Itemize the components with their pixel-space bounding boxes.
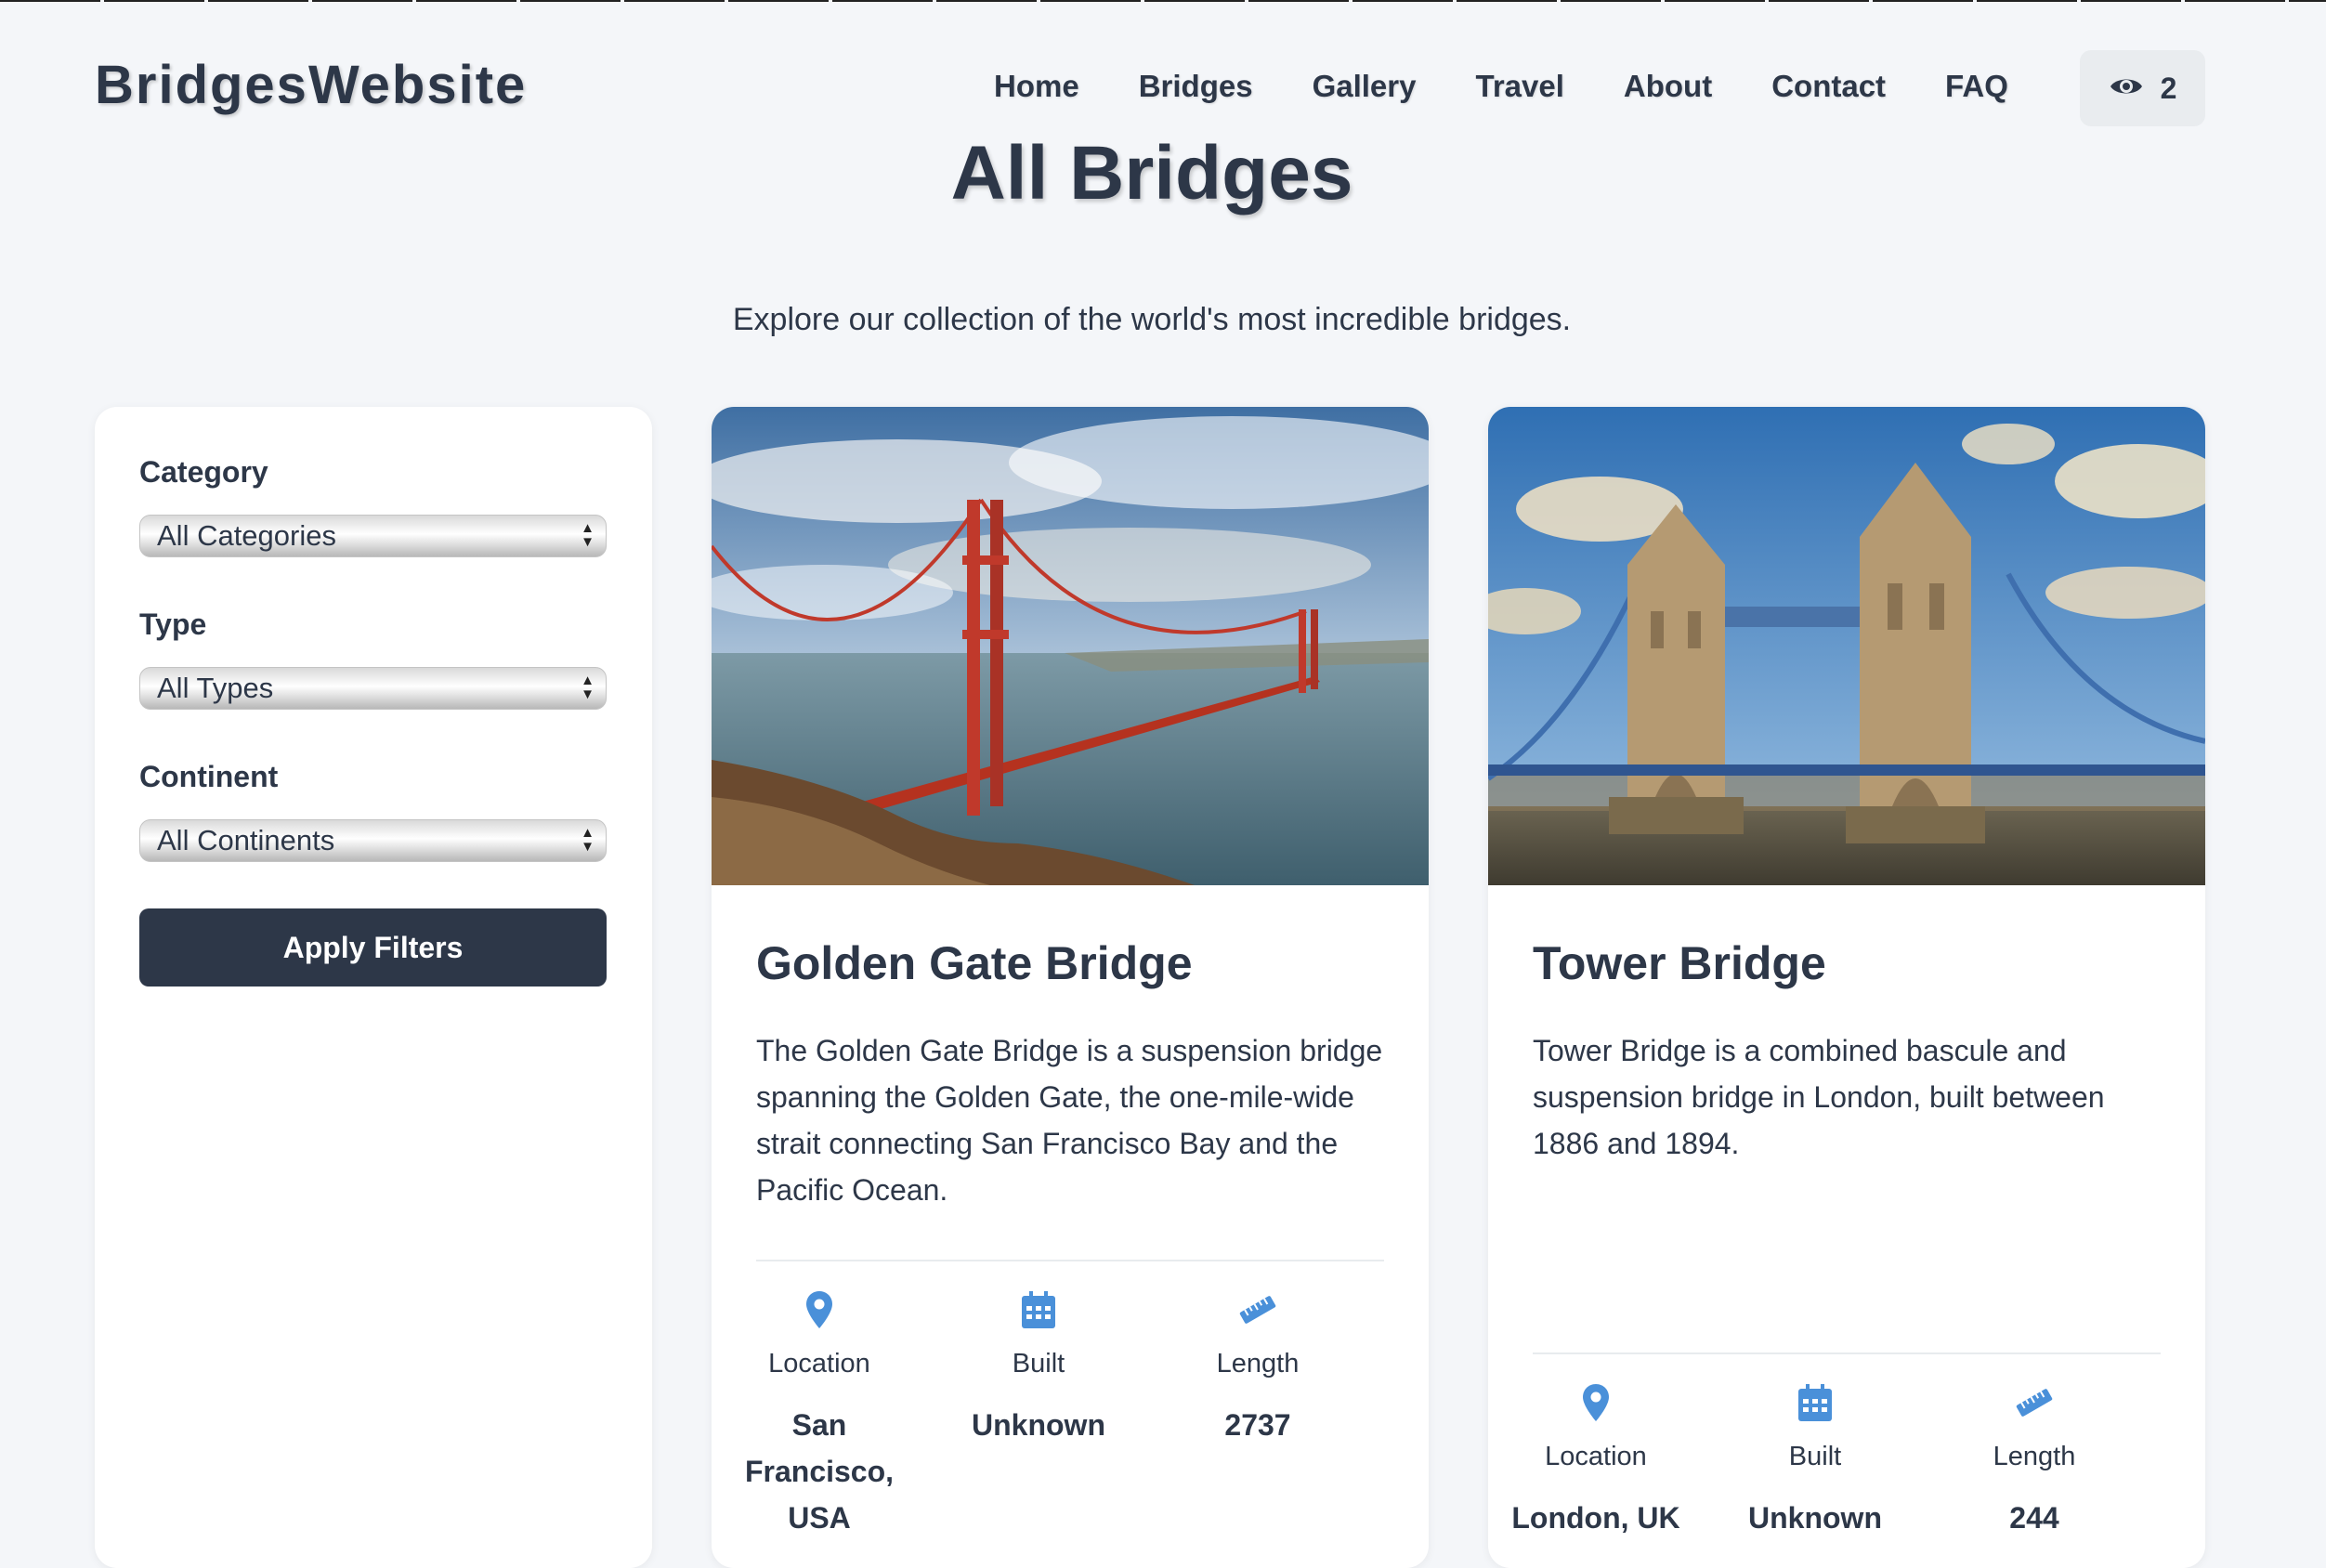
bridge-card-tower-bridge[interactable]: Tower Bridge Tower Bridge is a combined … [1488, 407, 2205, 1568]
calendar-icon [936, 1287, 1141, 1332]
stat-built: Built Unknown [1713, 1380, 1917, 1541]
map-pin-icon [1494, 1380, 1698, 1425]
select-arrows-icon: ▲ ▼ [581, 673, 595, 702]
nav-home[interactable]: Home [994, 69, 1079, 104]
stat-length: Length 2737 [1156, 1287, 1360, 1448]
type-select[interactable]: All Types ▲ ▼ [139, 667, 607, 710]
top-border [0, 0, 2326, 2]
nav-bridges[interactable]: Bridges [1139, 69, 1253, 104]
card-divider [1533, 1352, 2161, 1354]
stat-built-label: Built [1788, 1442, 1842, 1471]
stat-location: Location San Francisco, USA [717, 1287, 921, 1541]
type-label: Type [139, 608, 207, 641]
ruler-icon [1156, 1287, 1360, 1332]
site-logo[interactable]: BridgesWebsite [95, 54, 527, 116]
nav-faq[interactable]: FAQ [1945, 69, 2008, 104]
stat-length-label: Length [1993, 1442, 2076, 1471]
stat-built-value: Unknown [1748, 1501, 1882, 1535]
select-arrows-icon: ▲ ▼ [581, 520, 595, 550]
stat-built-label: Built [1012, 1349, 1065, 1379]
tower-bridge-image[interactable] [1488, 407, 2205, 885]
bridge-card-golden-gate[interactable]: Golden Gate Bridge The Golden Gate Bridg… [712, 407, 1429, 1568]
category-select-value: All Categories [157, 519, 336, 552]
golden-gate-image[interactable] [712, 407, 1429, 885]
view-count: 2 [2160, 71, 2177, 105]
ruler-icon [1932, 1380, 2137, 1425]
stat-location-label: Location [1545, 1442, 1647, 1471]
nav-travel[interactable]: Travel [1475, 69, 1563, 104]
stat-length-value: 2737 [1224, 1408, 1291, 1442]
stat-location-value: San Francisco, USA [744, 1408, 895, 1535]
type-select-value: All Types [157, 672, 274, 704]
view-counter[interactable]: 2 [2080, 50, 2205, 126]
page-title: All Bridges [950, 131, 1353, 216]
category-label: Category [139, 455, 268, 489]
stat-length-label: Length [1216, 1349, 1300, 1379]
bridge-description: Tower Bridge is a combined bascule and s… [1533, 1034, 2105, 1160]
nav-gallery[interactable]: Gallery [1313, 69, 1417, 104]
nav-about[interactable]: About [1624, 69, 1712, 104]
filters-panel: Category All Categories ▲ ▼ Type All Type… [95, 407, 652, 1568]
stat-length: Length 244 [1932, 1380, 2137, 1541]
card-divider [756, 1260, 1384, 1261]
continent-label: Continent [139, 760, 279, 793]
stat-location-value: London, UK [1511, 1501, 1680, 1535]
stat-built: Built Unknown [936, 1287, 1141, 1448]
map-pin-icon [717, 1287, 921, 1332]
main-nav: Home Bridges Gallery Travel About Contac… [994, 69, 2068, 104]
continent-select[interactable]: All Continents ▲ ▼ [139, 819, 607, 862]
stat-location: Location London, UK [1494, 1380, 1698, 1541]
page-subtitle: Explore our collection of the world's mo… [732, 302, 1572, 337]
category-select[interactable]: All Categories ▲ ▼ [139, 515, 607, 557]
nav-contact[interactable]: Contact [1771, 69, 1886, 104]
stat-built-value: Unknown [972, 1408, 1105, 1442]
calendar-icon [1713, 1380, 1917, 1425]
select-arrows-icon: ▲ ▼ [581, 825, 595, 855]
eye-icon [2109, 72, 2144, 106]
bridge-title[interactable]: Golden Gate Bridge [756, 936, 1193, 990]
stat-location-label: Location [768, 1349, 870, 1379]
stat-length-value: 244 [2009, 1501, 2059, 1535]
bridge-description: The Golden Gate Bridge is a suspension b… [756, 1034, 1383, 1207]
bridge-title[interactable]: Tower Bridge [1533, 936, 1826, 990]
apply-filters-button[interactable]: Apply Filters [139, 908, 607, 987]
continent-select-value: All Continents [157, 824, 335, 856]
